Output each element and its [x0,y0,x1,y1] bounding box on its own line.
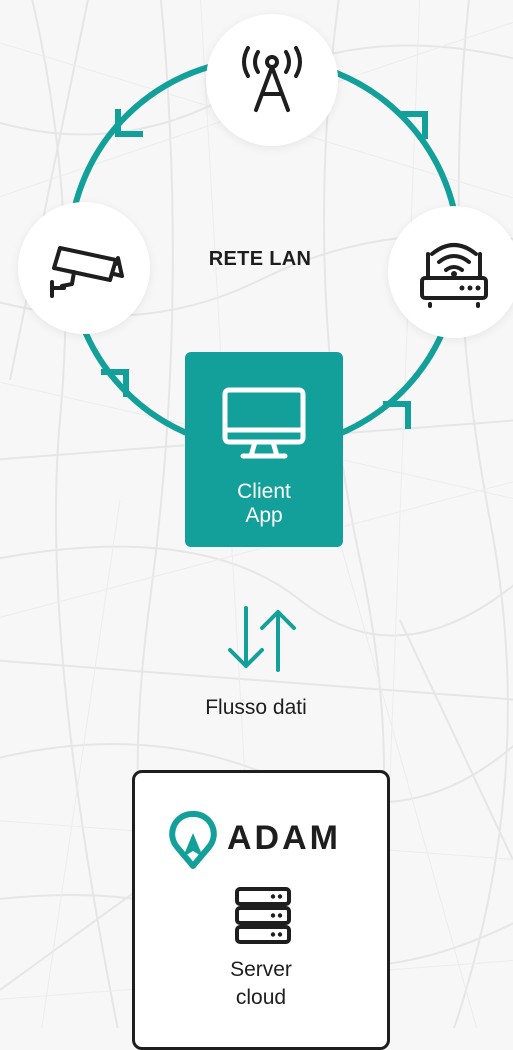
security-camera-icon [50,246,124,298]
server-stack-icon [235,887,291,944]
antenna-tower-icon [242,46,302,112]
client-app-label: Client App [237,480,291,527]
server-cloud-card: ADAM Server cloud [132,770,390,1050]
bidirectional-arrows-icon [228,606,296,672]
brand-name: ADAM [227,819,341,857]
client-app-box: Client App [185,352,343,547]
server-cloud-label: Server cloud [230,958,292,1009]
lan-label: RETE LAN [208,248,312,270]
router-node [388,206,513,338]
antenna-node [206,14,338,146]
camera-node [18,202,150,334]
adam-logo-icon [169,811,217,869]
data-flow-label: Flusso dati [205,696,307,719]
monitor-icon [222,387,306,459]
wifi-router-icon [420,243,488,308]
